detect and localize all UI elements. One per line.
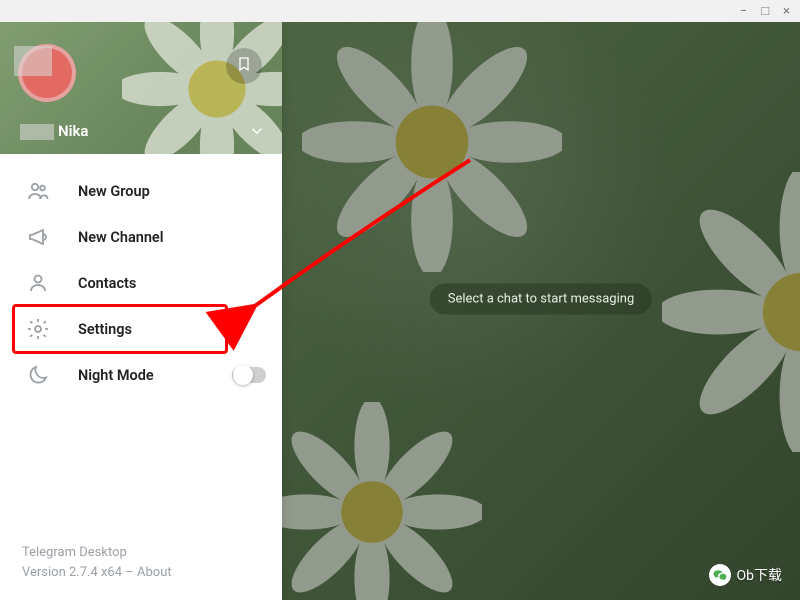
megaphone-icon	[26, 225, 50, 249]
gear-icon	[26, 317, 50, 341]
chat-background: Select a chat to start messaging	[282, 22, 800, 600]
watermark-text: Ob下载	[737, 565, 783, 585]
window-close-button[interactable]: ×	[783, 4, 790, 19]
moon-icon	[26, 363, 50, 387]
menu-label: Contacts	[78, 275, 136, 292]
sidebar-footer: Telegram Desktop Version 2.7.4 x64 – Abo…	[0, 543, 282, 600]
person-icon	[26, 271, 50, 295]
sidebar-menu: New Group New Channel Contacts Settings …	[0, 154, 282, 543]
sidebar-panel: Nika New Group New Channel Contacts	[0, 22, 282, 600]
people-icon	[26, 179, 50, 203]
bookmark-icon	[236, 56, 252, 76]
username-label: Nika	[20, 122, 88, 140]
chevron-down-icon	[248, 125, 266, 144]
menu-label: Night Mode	[78, 367, 154, 384]
saved-messages-button[interactable]	[226, 48, 262, 84]
menu-label: New Group	[78, 183, 150, 200]
expand-accounts-button[interactable]	[248, 122, 266, 140]
version-about-link[interactable]: Version 2.7.4 x64 – About	[22, 563, 282, 583]
night-mode-toggle[interactable]	[232, 367, 266, 383]
window-maximize-button[interactable]: □	[761, 3, 769, 19]
window-titlebar: − □ ×	[0, 0, 800, 22]
menu-label: Settings	[78, 321, 132, 338]
menu-item-new-group[interactable]: New Group	[0, 168, 282, 214]
menu-item-contacts[interactable]: Contacts	[0, 260, 282, 306]
app-name-label: Telegram Desktop	[22, 543, 282, 563]
menu-item-night-mode[interactable]: Night Mode	[0, 352, 282, 398]
menu-item-new-channel[interactable]: New Channel	[0, 214, 282, 260]
window-minimize-button[interactable]: −	[740, 4, 747, 19]
menu-item-settings[interactable]: Settings	[0, 306, 282, 352]
wechat-icon	[709, 564, 731, 586]
watermark: Ob下载	[709, 564, 783, 586]
sidebar-header: Nika	[0, 22, 282, 154]
empty-chat-hint: Select a chat to start messaging	[430, 284, 652, 315]
menu-label: New Channel	[78, 229, 164, 246]
avatar[interactable]	[18, 44, 76, 102]
